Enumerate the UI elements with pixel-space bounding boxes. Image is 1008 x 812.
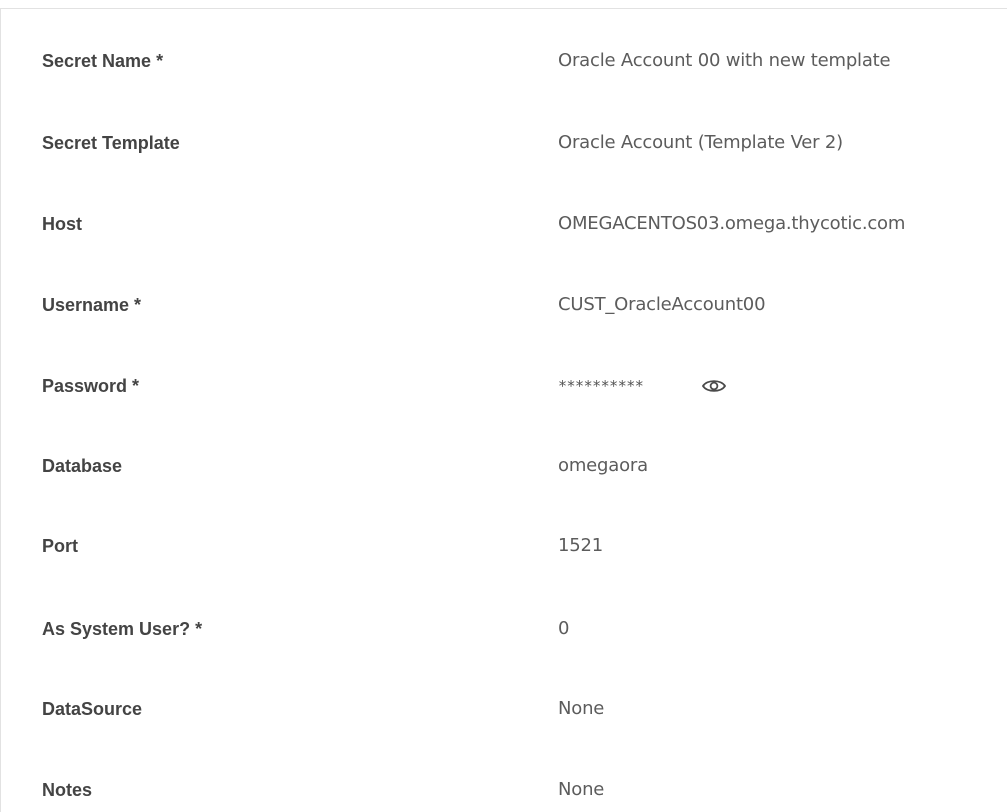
- field-label: Username *: [42, 295, 142, 315]
- field-password: Password * **********: [1, 366, 1007, 406]
- field-value: Oracle Account 00 with new template: [558, 50, 891, 71]
- field-label: Host: [42, 214, 82, 234]
- field-value: 1521: [558, 535, 604, 556]
- field-port: Port 1521: [1, 526, 1007, 566]
- password-masked-value: **********: [558, 377, 644, 395]
- field-value: Oracle Account (Template Ver 2): [558, 132, 843, 153]
- field-label: Secret Name *: [42, 51, 164, 71]
- secret-details-panel: Secret Name * Oracle Account 00 with new…: [0, 8, 1007, 812]
- field-host: Host OMEGACENTOS03.omega.thycotic.com: [1, 204, 1007, 244]
- field-value: None: [558, 698, 605, 719]
- eye-icon-graphic: [701, 380, 727, 392]
- field-label: Password *: [42, 376, 140, 396]
- field-as-system-user: As System User? * 0: [1, 609, 1007, 649]
- field-value: CUST_OracleAccount00: [558, 294, 766, 315]
- field-value: 0: [558, 618, 570, 639]
- field-label: Port: [42, 536, 78, 556]
- field-secret-name: Secret Name * Oracle Account 00 with new…: [1, 41, 1007, 81]
- field-secret-template: Secret Template Oracle Account (Template…: [1, 123, 1007, 163]
- field-notes: Notes None: [1, 770, 1007, 810]
- field-label: DataSource: [42, 699, 143, 719]
- field-value: omegaora: [558, 455, 648, 476]
- field-value: OMEGACENTOS03.omega.thycotic.com: [558, 213, 906, 234]
- field-label: Secret Template: [42, 133, 180, 153]
- field-value: None: [558, 779, 605, 800]
- field-label: Notes: [42, 780, 93, 800]
- field-datasource: DataSource None: [1, 689, 1007, 729]
- field-label: Database: [42, 456, 123, 476]
- field-label: As System User? *: [42, 619, 203, 639]
- field-database: Database omegaora: [1, 446, 1007, 486]
- eye-icon[interactable]: [701, 376, 727, 396]
- field-username: Username * CUST_OracleAccount00: [1, 285, 1007, 325]
